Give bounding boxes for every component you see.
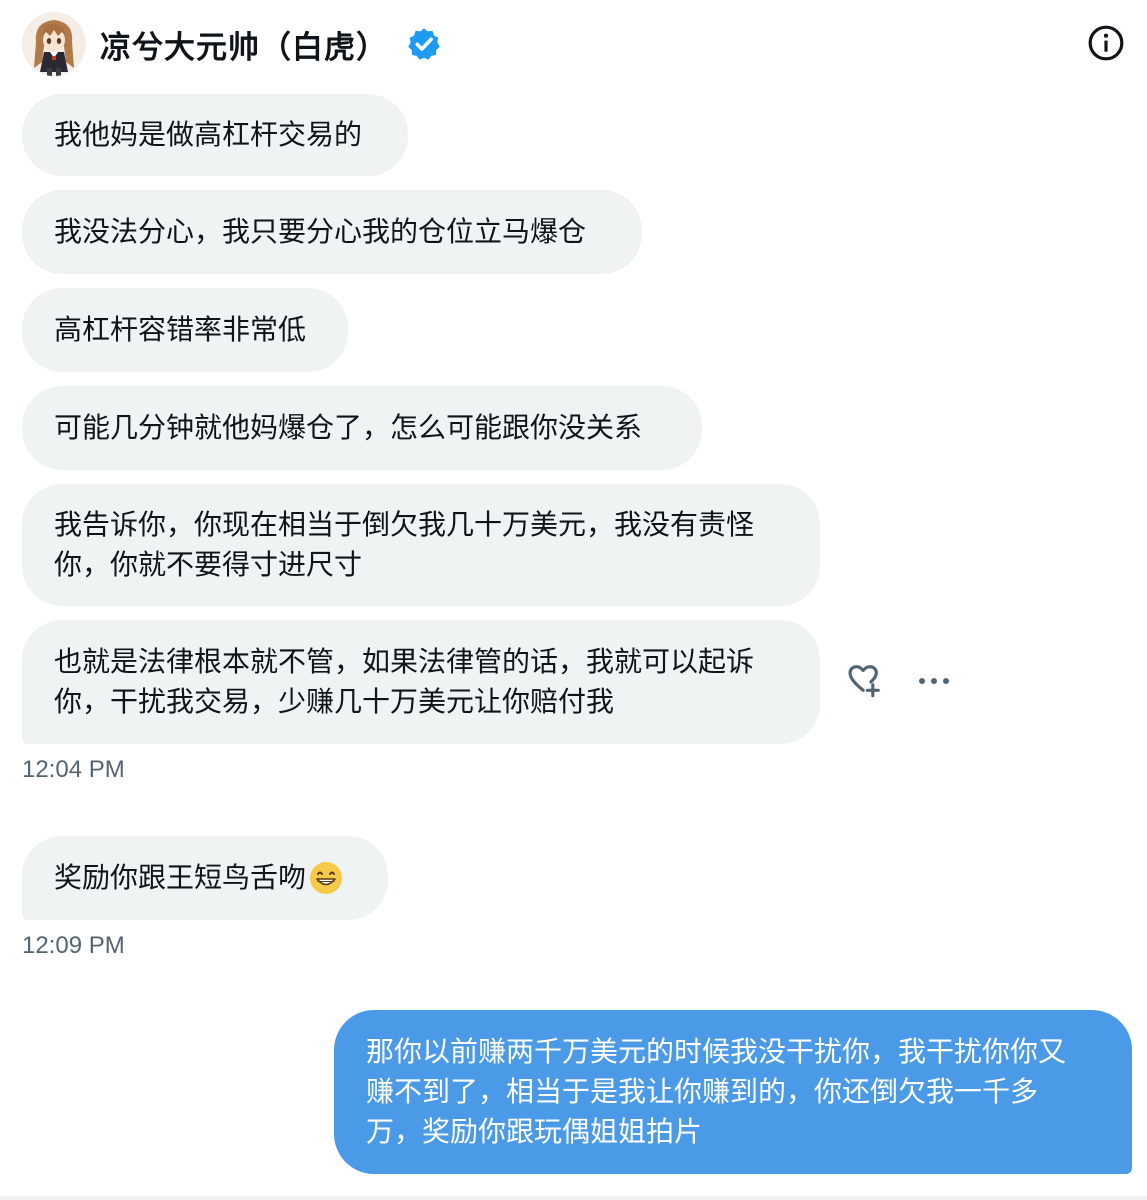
- verified-badge-icon: [406, 26, 442, 62]
- message-timestamp: 12:09 PM: [22, 932, 125, 959]
- message-timestamp: 12:04 PM: [22, 756, 125, 783]
- message-text-line: 我没法分心，我只要分心我的仓位立马爆仓: [54, 215, 587, 248]
- info-icon[interactable]: [1087, 24, 1125, 62]
- incoming-message[interactable]: 也就是法律根本就不管，如果法律管的话，我就可以起诉 你，干扰我交易，少赚几十万美…: [22, 620, 820, 744]
- message-text-line: 万，奖励你跟玩偶姐姐拍片: [366, 1115, 703, 1148]
- outgoing-message[interactable]: 那你以前赚两千万美元的时候我没干扰你，我干扰你你又 赚不到了，相当于是我让你赚到…: [334, 1010, 1132, 1174]
- message-text-line: 我他妈是做高杠杆交易的: [54, 118, 363, 151]
- message-text-line: 那你以前赚两千万美元的时候我没干扰你，我干扰你你又: [366, 1035, 1067, 1068]
- bottom-divider: [0, 1196, 1147, 1200]
- incoming-message[interactable]: 我告诉你，你现在相当于倒欠我几十万美元，我没有责怪 你，你就不要得寸进尺寸: [22, 484, 820, 606]
- name-row: 凉兮大元帅（白虎）: [100, 22, 442, 66]
- avatar[interactable]: [22, 12, 86, 76]
- message-text-line: 奖励你跟王短鸟舌吻: [54, 861, 307, 894]
- message-text-line: 赚不到了，相当于是我让你赚到的，你还倒欠我一千多: [366, 1075, 1039, 1108]
- more-options-button[interactable]: [912, 666, 956, 696]
- grinning-face-emoji-icon: [308, 860, 344, 896]
- incoming-message[interactable]: 高杠杆容错率非常低: [22, 288, 348, 372]
- message-text-line: 你，干扰我交易，少赚几十万美元让你赔付我: [54, 685, 615, 718]
- anime-avatar-icon: [22, 12, 86, 76]
- message-text-line: 你，你就不要得寸进尺寸: [54, 548, 363, 581]
- incoming-message[interactable]: 我他妈是做高杠杆交易的: [22, 94, 408, 176]
- message-text-line: 我告诉你，你现在相当于倒欠我几十万美元，我没有责怪: [54, 508, 755, 541]
- more-horizontal-icon: [919, 678, 949, 684]
- incoming-message[interactable]: 我没法分心，我只要分心我的仓位立马爆仓: [22, 190, 642, 274]
- message-text-line: 可能几分钟就他妈爆仓了，怎么可能跟你没关系: [54, 411, 643, 444]
- incoming-message[interactable]: 奖励你跟王短鸟舌吻: [22, 836, 388, 920]
- incoming-message[interactable]: 可能几分钟就他妈爆仓了，怎么可能跟你没关系: [22, 386, 702, 470]
- message-text-line: 高杠杆容错率非常低: [54, 313, 307, 346]
- message-text-line: 也就是法律根本就不管，如果法律管的话，我就可以起诉: [54, 645, 755, 678]
- add-reaction-button[interactable]: [842, 660, 884, 702]
- dm-conversation: 凉兮大元帅（白虎） 我他妈是做高杠杆交易的 我没法分心，我只要分心我的仓位立马爆…: [0, 0, 1147, 1200]
- conversation-header: 凉兮大元帅（白虎）: [0, 0, 1147, 88]
- heart-plus-icon: [848, 665, 880, 698]
- display-name[interactable]: 凉兮大元帅（白虎）: [100, 22, 388, 67]
